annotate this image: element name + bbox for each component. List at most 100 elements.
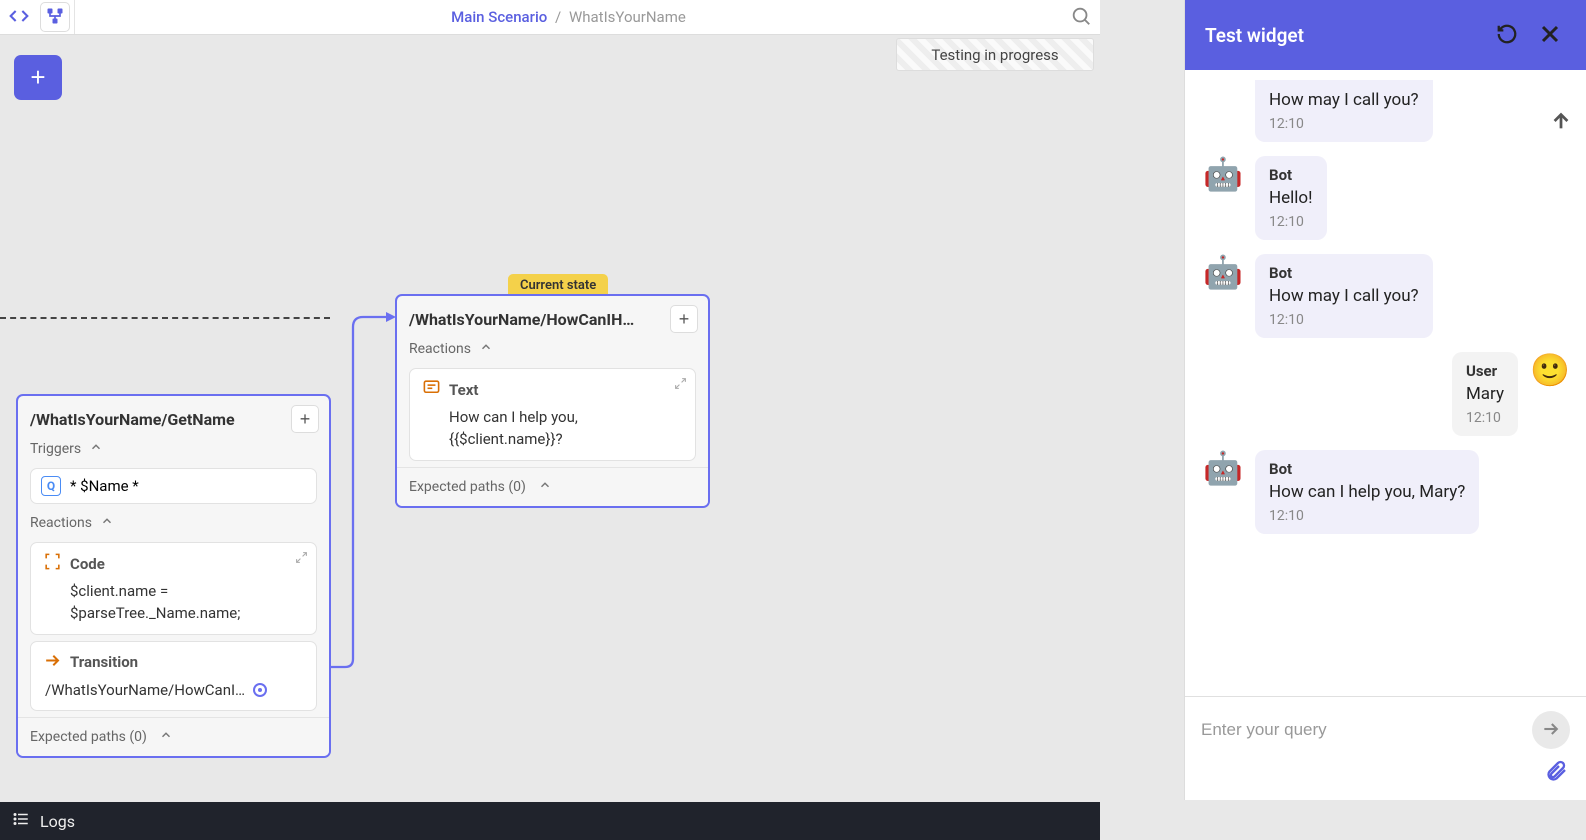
card-head: Text [422,378,683,401]
attach-row [1185,759,1586,800]
message-text: How can I help you, Mary? [1269,482,1465,502]
card-body: /WhatIsYourName/HowCanI… [43,674,304,702]
plus-icon: + [679,309,690,330]
current-state-label: Current state [520,278,596,293]
breadcrumb-leaf[interactable]: WhatIsYourName [569,8,686,26]
chat-input-area [1185,696,1586,759]
triggers-section-toggle[interactable]: Triggers [18,436,329,462]
message-time: 12:10 [1269,312,1419,328]
reaction-code-card[interactable]: Code $client.name = $parseTree._Name.nam… [30,542,317,635]
node-title: /WhatIsYourName/GetName [30,410,283,429]
trigger-pattern[interactable]: Q * $Name * [30,468,317,504]
collapse-icon[interactable] [674,377,687,394]
node-howcanihelp[interactable]: /WhatIsYourName/HowCanIH… + Reactions Te… [395,294,710,508]
chat-message: 🤖 Bot How can I help you, Mary? 12:10 [1203,450,1570,534]
message-text: How may I call you? [1269,286,1419,306]
message-text: Hello! [1269,188,1313,208]
bot-avatar-icon: 🤖 [1203,156,1243,240]
message-text: How may I call you? [1269,90,1419,110]
message-time: 12:10 [1269,508,1465,524]
node-header: /WhatIsYourName/GetName + [18,396,329,436]
reaction-transition-card[interactable]: Transition /WhatIsYourName/HowCanI… [30,641,317,712]
expected-paths-toggle[interactable]: Expected paths (0) [397,467,708,506]
expected-label: Expected paths (0) [30,729,147,745]
logs-bar[interactable]: Logs [0,802,1100,840]
testing-banner-label: Testing in progress [931,46,1058,64]
list-icon [12,810,30,832]
chat-message: 🤖 Bot Hello! 12:10 [1203,156,1570,240]
close-icon [1538,22,1562,49]
section-label-text: Triggers [30,441,81,457]
card-body: $client.name = $parseTree._Name.name; [43,575,304,625]
attach-button[interactable] [1544,759,1568,786]
chat-message: How may I call you? 12:10 [1203,80,1570,142]
refresh-icon [1496,23,1518,48]
scroll-up-button[interactable] [1550,110,1572,136]
user-avatar-icon: 🙂 [1530,352,1570,436]
chat-input[interactable] [1201,720,1520,740]
query-icon: Q [41,476,61,496]
code-view-button[interactable] [4,2,34,32]
message-bubble: Bot Hello! 12:10 [1255,156,1327,240]
card-title: Transition [70,653,138,671]
top-bar: Main Scenario / WhatIsYourName [0,0,1100,35]
expected-paths-toggle[interactable]: Expected paths (0) [18,717,329,756]
target-dot-icon[interactable] [253,683,267,697]
card-title: Code [70,555,105,573]
plus-icon: + [300,409,311,430]
reactions-section-toggle[interactable]: Reactions [397,336,708,362]
canvas[interactable]: + Testing in progress Current state /Wha… [0,35,1100,802]
chat-message: 🙂 User Mary 12:10 [1203,352,1570,436]
message-bubble: Bot How can I help you, Mary? 12:10 [1255,450,1479,534]
bot-avatar-icon: 🤖 [1203,254,1243,338]
text-icon [422,378,441,401]
view-toggle [0,0,75,34]
message-sender: Bot [1269,460,1465,478]
chevron-up-icon [159,728,173,746]
node-getname[interactable]: /WhatIsYourName/GetName + Triggers Q * $… [16,394,331,758]
search-button[interactable] [1062,0,1100,35]
search-icon [1070,5,1092,30]
logs-label: Logs [40,812,75,831]
paperclip-icon [1544,771,1568,786]
plus-icon: + [30,62,45,93]
message-sender: Bot [1269,166,1313,184]
bot-avatar-icon [1203,80,1243,142]
message-sender: Bot [1269,264,1419,282]
arrow-right-icon [43,651,62,674]
card-head: Transition [43,651,304,674]
testing-banner: Testing in progress [896,38,1094,71]
graph-icon [45,6,65,29]
reactions-section-toggle[interactable]: Reactions [18,510,329,536]
trigger-text: * $Name * [70,477,139,495]
arrow-right-icon [1541,719,1561,742]
breadcrumb-root[interactable]: Main Scenario [451,8,547,26]
node-add-button[interactable]: + [670,305,698,333]
expected-label: Expected paths (0) [409,479,526,495]
chevron-up-icon [479,340,493,358]
send-button[interactable] [1532,711,1570,749]
code-icon [9,6,29,29]
panel-header: Test widget [1185,0,1586,70]
card-body: How can I help you, {{$client.name}}? [422,401,683,451]
card-title: Text [449,381,478,399]
message-bubble: Bot How may I call you? 12:10 [1255,254,1433,338]
code-block-icon [43,552,62,575]
chevron-up-icon [100,514,114,532]
message-time: 12:10 [1466,410,1504,426]
message-bubble: How may I call you? 12:10 [1255,80,1433,142]
bot-avatar-icon: 🤖 [1203,450,1243,534]
test-widget-panel: Test widget How may I call you? 12:10 [1185,0,1586,800]
collapse-icon[interactable] [295,551,308,568]
node-header: /WhatIsYourName/HowCanIH… + [397,296,708,336]
reaction-text-card[interactable]: Text How can I help you, {{$client.name}… [409,368,696,461]
refresh-button[interactable] [1492,19,1522,52]
breadcrumb: Main Scenario / WhatIsYourName [75,8,1062,26]
transition-target: /WhatIsYourName/HowCanI… [45,680,245,702]
add-block-button[interactable]: + [14,55,62,100]
close-button[interactable] [1534,18,1566,53]
node-add-button[interactable]: + [291,405,319,433]
graph-view-button[interactable] [40,2,70,32]
chat-log[interactable]: How may I call you? 12:10 🤖 Bot Hello! 1… [1185,70,1586,696]
card-head: Code [43,552,304,575]
